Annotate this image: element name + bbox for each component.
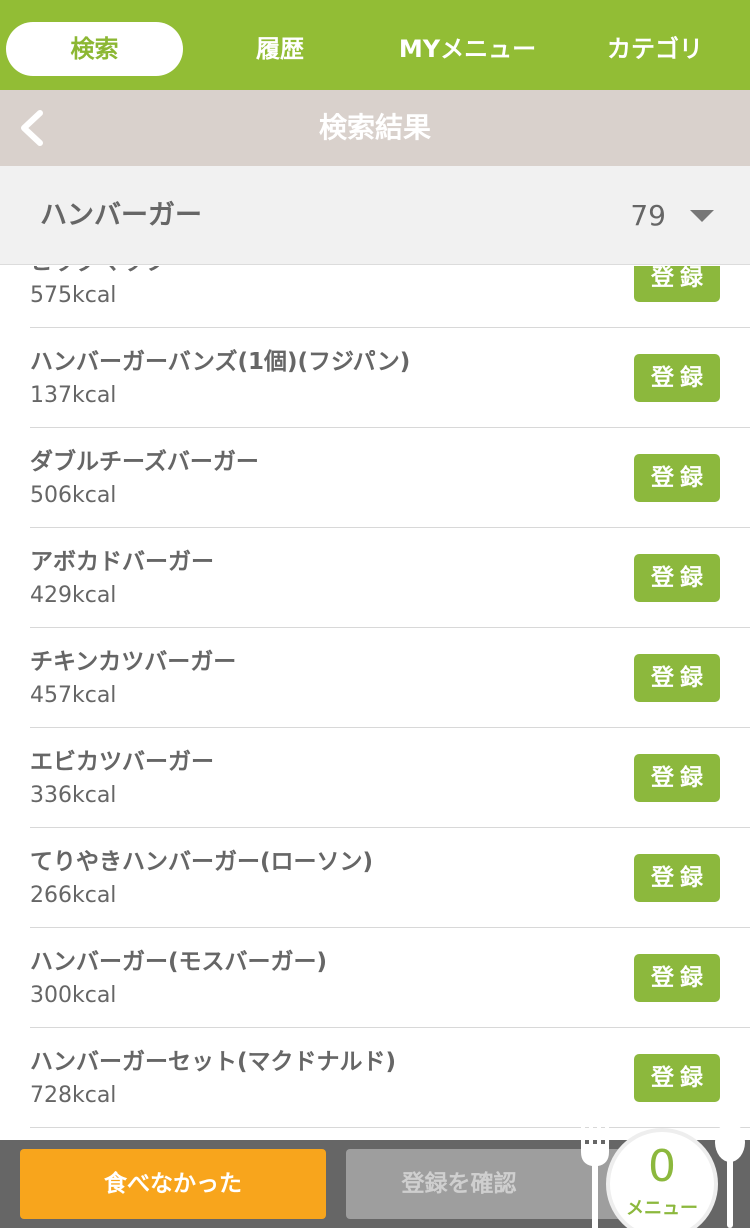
food-name: ハンバーガーバンズ(1個)(フジパン): [30, 349, 411, 375]
food-kcal: 575kcal: [30, 283, 117, 308]
food-kcal: 300kcal: [30, 983, 117, 1008]
register-button[interactable]: 登録: [634, 266, 720, 302]
register-button[interactable]: 登録: [634, 1054, 720, 1102]
result-count: 79: [630, 199, 666, 232]
title-bar: 検索結果: [0, 90, 750, 166]
food-name: ビッグマック: [30, 266, 168, 276]
register-button[interactable]: 登録: [634, 654, 720, 702]
list-item: ハンバーガーバンズ(1個)(フジパン) 137kcal 登録: [30, 328, 750, 428]
tab-history[interactable]: 履歴: [190, 22, 370, 76]
register-button[interactable]: 登録: [634, 454, 720, 502]
food-kcal: 506kcal: [30, 483, 117, 508]
food-kcal: 429kcal: [30, 583, 117, 608]
register-button[interactable]: 登録: [634, 754, 720, 802]
top-tab-bar: 検索 履歴 MYメニュー カテゴリ: [0, 0, 750, 90]
food-name: てりやきハンバーガー(ローソン): [30, 849, 374, 875]
menu-count: 0: [648, 1141, 676, 1192]
food-kcal: 336kcal: [30, 783, 117, 808]
food-kcal: 457kcal: [30, 683, 117, 708]
page-title: 検索結果: [318, 111, 431, 144]
tab-category[interactable]: カテゴリ: [565, 22, 745, 76]
register-button[interactable]: 登録: [634, 854, 720, 902]
list-item: ハンバーガーセット(マクドナルド) 728kcal 登録: [30, 1028, 750, 1128]
menu-count-badge[interactable]: 0 メニュー: [606, 1128, 718, 1228]
list-item: チキンカツバーガー 457kcal 登録: [30, 628, 750, 728]
register-button[interactable]: 登録: [634, 554, 720, 602]
register-button[interactable]: 登録: [634, 954, 720, 1002]
search-filter-bar[interactable]: ハンバーガー 79: [0, 166, 750, 265]
tab-my-menu[interactable]: MYメニュー: [375, 22, 560, 76]
caret-down-icon[interactable]: [690, 210, 714, 222]
food-name: エビカツバーガー: [30, 749, 214, 775]
food-kcal: 137kcal: [30, 383, 117, 408]
food-name: アボカドバーガー: [30, 549, 214, 575]
didnt-eat-button[interactable]: 食べなかった: [20, 1149, 326, 1219]
tab-search[interactable]: 検索: [6, 22, 183, 76]
list-item: ハンバーガー(モスバーガー) 300kcal 登録: [30, 928, 750, 1028]
results-list[interactable]: ビッグマック 575kcal 登録 ハンバーガーバンズ(1個)(フジパン) 13…: [0, 266, 750, 1140]
food-name: ハンバーガー(モスバーガー): [30, 949, 328, 975]
chevron-left-icon[interactable]: [16, 110, 50, 146]
list-item: てりやきハンバーガー(ローソン) 266kcal 登録: [30, 828, 750, 928]
register-button[interactable]: 登録: [634, 354, 720, 402]
food-name: ハンバーガーセット(マクドナルド): [30, 1049, 397, 1075]
menu-label: メニュー: [626, 1198, 698, 1219]
list-item: ビッグマック 575kcal 登録: [30, 266, 750, 328]
food-kcal: 266kcal: [30, 883, 117, 908]
food-kcal: 728kcal: [30, 1083, 117, 1108]
list-item: ダブルチーズバーガー 506kcal 登録: [30, 428, 750, 528]
list-item: アボカドバーガー 429kcal 登録: [30, 528, 750, 628]
list-item: エビカツバーガー 336kcal 登録: [30, 728, 750, 828]
food-name: ダブルチーズバーガー: [30, 449, 259, 475]
search-query: ハンバーガー: [40, 200, 202, 231]
food-name: チキンカツバーガー: [30, 649, 237, 675]
